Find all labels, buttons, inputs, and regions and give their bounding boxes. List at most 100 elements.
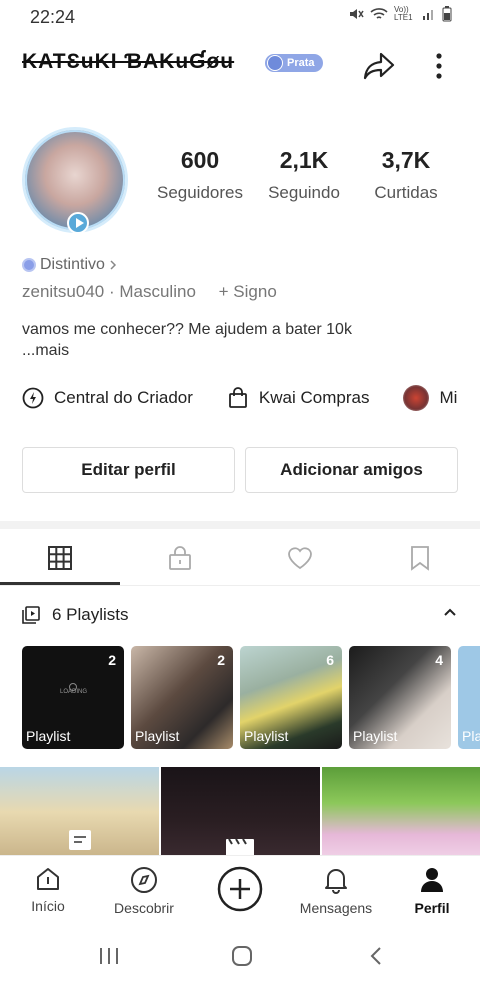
tab-grid[interactable]	[0, 530, 120, 586]
creator-center-button[interactable]: Central do Criador	[22, 384, 193, 412]
playlist-card[interactable]: 2 Playlist	[131, 646, 233, 749]
mini-label: Mi	[439, 388, 458, 407]
mute-icon	[350, 9, 364, 19]
active-tab-indicator	[0, 582, 120, 585]
network-label: Vo)) LTE1	[394, 5, 413, 22]
nav-discover-label: Descobrir	[114, 900, 174, 916]
playlist-video-count: 4	[435, 652, 443, 668]
playlist-title: Playlist	[353, 728, 398, 744]
playlist-card[interactable]: LOADING 2 Playlist	[22, 646, 124, 749]
lock-icon	[169, 546, 191, 570]
wifi-icon	[370, 8, 388, 19]
username: KATƐuKI ƁAKuƓøu	[22, 50, 235, 73]
chevron-right-icon	[110, 260, 116, 270]
profile-avatar[interactable]	[22, 127, 128, 234]
plus-circle-icon	[217, 866, 263, 912]
play-icon	[67, 212, 89, 234]
image-post-icon	[69, 830, 91, 850]
home-icon	[37, 868, 59, 890]
heart-icon	[288, 547, 312, 570]
nav-discover[interactable]: Descobrir	[104, 856, 184, 928]
more-options-button[interactable]	[421, 48, 457, 84]
followers-count: 600	[180, 147, 220, 173]
avatar-icon	[403, 385, 430, 411]
playlist-title: Playlist	[135, 728, 180, 744]
tab-likes[interactable]	[240, 530, 360, 586]
system-navigation	[0, 928, 480, 986]
creator-center-label: Central do Criador	[54, 388, 193, 407]
video-grid	[0, 767, 480, 857]
nav-create[interactable]	[212, 856, 268, 928]
video-thumbnail[interactable]	[161, 767, 320, 857]
nav-profile[interactable]: Perfil	[404, 856, 460, 928]
shopping-bag-icon	[229, 387, 247, 408]
video-thumbnail[interactable]	[322, 767, 480, 857]
playlist-video-count: 2	[217, 652, 225, 668]
playlist-video-count: 6	[326, 652, 334, 668]
stat-following[interactable]: 2,1K Seguindo	[256, 147, 352, 203]
playlist-icon	[22, 606, 40, 624]
tools-row: Central do Criador Kwai Compras Mi	[22, 384, 480, 412]
handle: zenitsu040	[22, 282, 105, 301]
kwai-shop-button[interactable]: Kwai Compras	[227, 384, 370, 412]
separator-dot: ·	[108, 282, 120, 301]
playlist-carousel: LOADING 2 Playlist 2 Playlist 6 Playlist…	[22, 646, 480, 749]
playlist-card[interactable]: 6 Playlist	[240, 646, 342, 749]
sign-button[interactable]: + Signo	[219, 282, 277, 301]
more-vertical-icon	[436, 53, 442, 79]
bookmark-icon	[411, 546, 429, 571]
playlist-card[interactable]: Pla	[458, 646, 480, 749]
loading-text: LOADING	[60, 689, 88, 695]
recent-apps-icon[interactable]	[98, 945, 120, 967]
distintivo-label: Distintivo	[40, 256, 105, 273]
badge-label: Prata	[287, 57, 315, 69]
stat-likes[interactable]: 3,7K Curtidas	[360, 147, 452, 203]
grid-icon	[48, 546, 72, 570]
rank-badge[interactable]: Prata	[265, 54, 323, 72]
bottom-navigation: Início Descobrir Mensagens Perfil	[0, 855, 480, 927]
video-thumbnail[interactable]	[0, 767, 159, 857]
nav-messages-label: Mensagens	[299, 900, 373, 916]
status-bar: 22:24 Vo)) LTE1	[0, 0, 480, 34]
profile-header: KATƐuKI ƁAKuƓøu Prata	[0, 40, 480, 90]
bio-text: vamos me conhecer?? Me ajudem a bater 10…	[22, 321, 352, 338]
tab-saved[interactable]	[360, 530, 480, 586]
battery-icon	[442, 6, 452, 22]
gender: Masculino	[119, 282, 196, 301]
mini-button[interactable]: Mi	[403, 384, 457, 412]
nav-profile-label: Perfil	[414, 900, 450, 916]
likes-label: Curtidas	[374, 183, 438, 202]
stat-followers[interactable]: 600 Seguidores	[150, 147, 250, 203]
kwai-shop-label: Kwai Compras	[258, 388, 370, 407]
bio[interactable]: vamos me conhecer?? Me ajudem a bater 10…	[22, 319, 462, 361]
nav-home[interactable]: Início	[16, 856, 80, 928]
playlists-count-label: 6 Playlists	[52, 605, 129, 624]
chevron-up-icon[interactable]	[442, 604, 458, 620]
following-label: Seguindo	[268, 183, 340, 202]
add-friends-button[interactable]: Adicionar amigos	[245, 447, 458, 493]
following-count: 2,1K	[279, 147, 329, 173]
tab-private[interactable]	[120, 530, 240, 586]
playlist-card[interactable]: 4 Playlist	[349, 646, 451, 749]
nav-home-label: Início	[31, 898, 65, 914]
person-icon	[421, 868, 443, 892]
compass-icon	[131, 867, 157, 893]
status-time: 22:24	[30, 7, 76, 27]
edit-profile-button[interactable]: Editar perfil	[22, 447, 235, 493]
clapperboard-icon	[226, 838, 254, 857]
back-icon[interactable]	[368, 945, 384, 967]
content-tabs	[0, 530, 480, 586]
status-icons: Vo)) LTE1	[348, 6, 452, 22]
badge-icon	[267, 55, 283, 71]
bio-more[interactable]: ...mais	[22, 340, 462, 361]
signal-icon	[423, 10, 433, 20]
playlist-title: Playlist	[244, 728, 289, 744]
playlists-header[interactable]: 6 Playlists	[22, 602, 462, 628]
distintivo-link[interactable]: Distintivo	[22, 256, 117, 274]
section-divider	[0, 521, 480, 529]
share-button[interactable]	[361, 48, 397, 84]
likes-count: 3,7K	[381, 147, 431, 173]
home-button-icon[interactable]	[230, 944, 254, 968]
playlist-title: Pla	[462, 728, 480, 744]
nav-messages[interactable]: Mensagens	[294, 856, 378, 928]
